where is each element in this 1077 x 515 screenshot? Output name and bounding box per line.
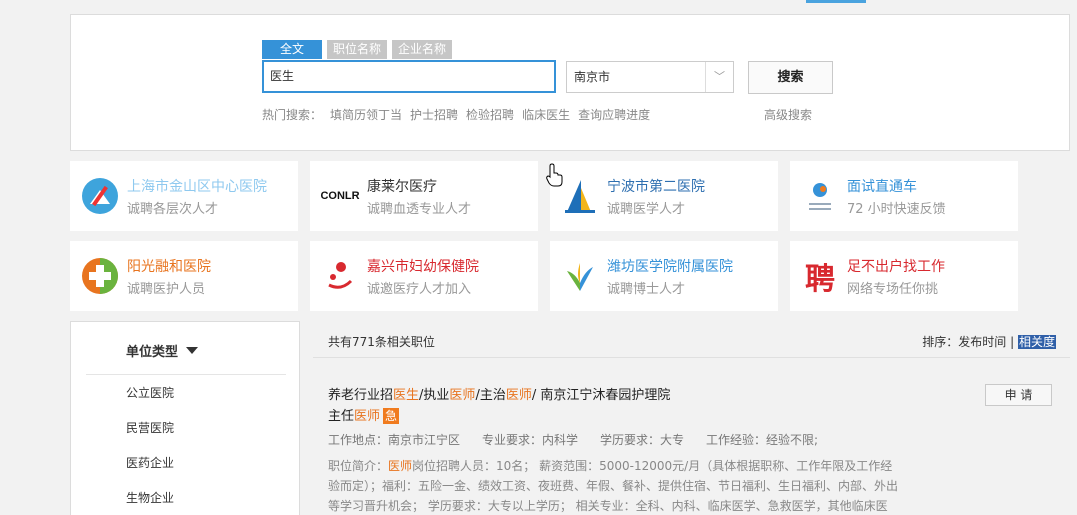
sort-label: 排序： [922, 335, 959, 349]
caret-down-icon [186, 347, 199, 354]
city-value: 南京市 [574, 70, 611, 84]
filter-option[interactable]: 医药企业 [126, 454, 174, 471]
job-title-link[interactable]: 养老行业招医生/执业医师/主治医师/ 南京江宁沐春园护理院 主任医师急 [328, 385, 888, 427]
title-part: /执业 [419, 388, 450, 403]
mother-child-icon [320, 256, 360, 296]
hot-search-link[interactable]: 填简历领丁当 [330, 106, 402, 123]
search-panel: 全文 职位名称 企业名称 医生 南京市 ﹀ 搜索 热门搜索： 填简历领丁当 护士… [70, 14, 1070, 151]
ad-card[interactable]: 面试直通车 72 小时快速反馈 [790, 161, 1018, 231]
city-select[interactable]: 南京市 ﹀ [566, 61, 734, 93]
conlr-logo-text: CONLR [320, 190, 360, 202]
job-description: 职位简介：医师岗位招聘人员：10名； 薪资范围：5000-12000元/月（具体… [328, 456, 898, 515]
ad-card[interactable]: 宁波市第二医院 诚聘医学人才 [550, 161, 778, 231]
ad-title: 阳光融和医院 [127, 259, 211, 275]
recruit-icon-text: 聘 [805, 262, 835, 297]
hot-search-link[interactable]: 临床医生 [522, 106, 570, 123]
ad-subtitle: 诚聘博士人才 [607, 282, 686, 297]
keyword-input[interactable]: 医生 [262, 60, 556, 93]
sort-by-relevance[interactable]: 相关度 [1017, 335, 1056, 349]
building-icon [560, 176, 600, 216]
filter-title: 单位类型 [126, 345, 179, 360]
title-part-highlight: 医师 [505, 388, 532, 403]
recruit-icon: 聘 [800, 256, 840, 297]
ad-card[interactable]: 阳光融和医院 诚聘医护人员 [70, 241, 298, 311]
hot-search-label: 热门搜索： [262, 108, 323, 122]
leaf-icon [560, 256, 600, 296]
title-part: 主任 [328, 409, 355, 424]
ad-subtitle: 诚邀医疗人才加入 [367, 282, 472, 297]
hospital-cross-icon [80, 176, 120, 216]
title-part-highlight: 医生 [393, 388, 420, 403]
ad-subtitle: 诚聘各层次人才 [127, 202, 219, 217]
ad-subtitle: 诚聘血透专业人才 [367, 202, 472, 217]
result-count: 共有771条相关职位 [328, 335, 435, 349]
search-tabs: 全文 职位名称 企业名称 [262, 40, 453, 59]
urgent-badge: 急 [383, 408, 400, 424]
ad-title: 宁波市第二医院 [607, 179, 705, 195]
hot-search-link[interactable]: 护士招聘 [410, 106, 458, 123]
plus-cross-icon [80, 256, 120, 296]
job-location: 工作地点：南京市江宁区 [328, 433, 461, 447]
filter-option[interactable]: 公立医院 [126, 384, 174, 401]
ad-card[interactable]: 潍坊医学院附属医院 诚聘博士人才 [550, 241, 778, 311]
ad-card[interactable]: CONLR 康莱尔医疗 诚聘血透专业人才 [310, 161, 538, 231]
advanced-search-link[interactable]: 高级搜索 [764, 106, 812, 123]
ad-subtitle: 网络专场任你挑 [847, 282, 939, 297]
filter-option[interactable]: 民营医院 [126, 419, 174, 436]
tab-company-name[interactable]: 企业名称 [392, 40, 453, 59]
conlr-logo: CONLR [318, 176, 362, 216]
chevron-down-icon[interactable]: ﹀ [705, 62, 733, 92]
ad-title: 潍坊医学院附属医院 [607, 259, 733, 275]
ad-subtitle: 72 小时快速反馈 [847, 202, 946, 217]
desc-prefix: 职位简介： [328, 459, 389, 473]
ad-title: 足不出户找工作 [847, 259, 945, 275]
job-experience: 工作经验：经验不限; [706, 433, 819, 447]
search-button[interactable]: 搜索 [748, 61, 833, 94]
ad-title: 上海市金山区中心医院 [127, 179, 267, 195]
sort-by-time[interactable]: 发布时间 [958, 335, 1006, 349]
ad-card[interactable]: 上海市金山区中心医院 诚聘各层次人才 [70, 161, 298, 231]
hand-pointer-icon [546, 163, 564, 191]
job-education: 学历要求：大专 [600, 433, 685, 447]
tab-job-title[interactable]: 职位名称 [327, 40, 388, 59]
ad-title: 嘉兴市妇幼保健院 [367, 259, 479, 275]
tab-fulltext[interactable]: 全文 [262, 40, 322, 59]
hot-search-link[interactable]: 查询应聘进度 [578, 106, 650, 123]
hot-search-link[interactable]: 检验招聘 [466, 106, 514, 123]
results-header: 共有771条相关职位 排序：发布时间 | 相关度 [313, 322, 1070, 358]
unit-type-filter[interactable]: 单位类型 [126, 341, 199, 360]
ad-card[interactable]: 聘 足不出户找工作 网络专场任你挑 [790, 241, 1018, 311]
divider [86, 374, 286, 375]
ad-subtitle: 诚聘医学人才 [607, 202, 686, 217]
title-part: / 南京江宁沐春园护理院 [531, 388, 671, 403]
title-part-highlight: 医师 [354, 409, 381, 424]
ad-card[interactable]: 嘉兴市妇幼保健院 诚邀医疗人才加入 [310, 241, 538, 311]
job-major: 专业要求：内科学 [482, 433, 579, 447]
ad-title: 面试直通车 [847, 179, 917, 195]
sort-controls: 排序：发布时间 | 相关度 [922, 333, 1056, 350]
filter-option[interactable]: 生物企业 [126, 489, 174, 506]
express-icon [800, 176, 840, 216]
job-meta: 工作地点：南京市江宁区 专业要求：内科学 学历要求：大专 工作经验：经验不限; [328, 431, 818, 448]
top-accent-line [806, 0, 866, 3]
desc-text: 岗位招聘人员：10名； 薪资范围：5000-12000元/月（具体根据职称、工作… [328, 459, 899, 513]
title-part-highlight: 医师 [449, 388, 476, 403]
ad-title: 康莱尔医疗 [367, 179, 437, 195]
hot-searches: 热门搜索： 填简历领丁当 护士招聘 检验招聘 临床医生 查询应聘进度 [262, 106, 650, 123]
apply-button[interactable]: 申 请 [985, 384, 1052, 406]
filter-sidebar: 单位类型 公立医院 民营医院 医药企业 生物企业 [70, 321, 300, 515]
ad-subtitle: 诚聘医护人员 [127, 282, 206, 297]
title-part: 养老行业招 [328, 388, 394, 403]
sort-separator: | [1006, 335, 1018, 349]
title-part: /主治 [475, 388, 506, 403]
desc-highlight: 医师 [388, 459, 413, 473]
